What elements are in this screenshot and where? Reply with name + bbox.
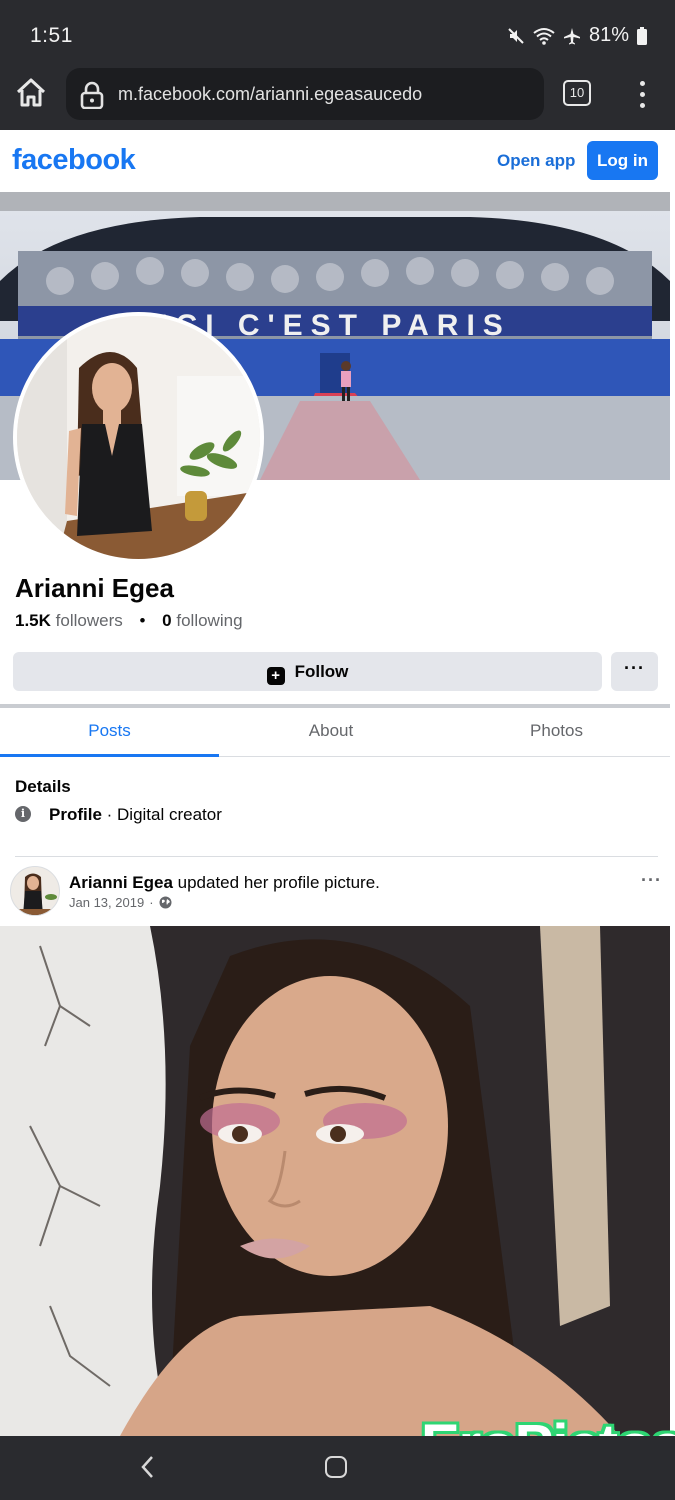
- status-time: 1:51: [30, 24, 73, 47]
- cover-top-strip: [0, 192, 670, 211]
- battery-icon: [637, 26, 647, 45]
- details-label: Profile: [49, 805, 102, 824]
- post-author-avatar[interactable]: [10, 866, 60, 916]
- status-icons: 81%: [507, 24, 647, 47]
- address-bar[interactable]: m.facebook.com/arianni.egeasaucedo: [66, 68, 544, 120]
- profile-name: Arianni Egea: [15, 573, 174, 603]
- follow-label: Follow: [294, 662, 349, 681]
- system-nav-bar: [0, 1436, 675, 1500]
- profile-avatar[interactable]: [13, 312, 264, 563]
- open-app-link[interactable]: Open app: [497, 151, 575, 171]
- fb-header: facebook Open app Log in: [0, 130, 675, 192]
- post-options-button[interactable]: ···: [641, 870, 662, 891]
- airplane-icon: [563, 27, 580, 44]
- post-meta-separator: ·: [149, 895, 154, 910]
- tab-about[interactable]: About: [219, 708, 443, 757]
- status-bar: 1:51 81%: [0, 0, 675, 66]
- wifi-icon: [533, 27, 555, 45]
- info-icon: i: [15, 806, 31, 822]
- post-headline: Arianni Egea updated her profile picture…: [69, 873, 380, 893]
- profile-tabs: Posts About Photos: [0, 708, 670, 757]
- lock-icon: [80, 81, 104, 109]
- profile-stats: 1.5K followers • 0 following: [15, 611, 243, 631]
- post-action: updated her profile picture.: [172, 873, 380, 892]
- follow-icon: +: [266, 667, 285, 685]
- post-date[interactable]: Jan 13, 2019: [69, 895, 144, 910]
- followers-count[interactable]: 1.5K: [15, 611, 51, 630]
- facebook-logo[interactable]: facebook: [12, 144, 136, 177]
- menu-icon[interactable]: [632, 78, 652, 110]
- browser-toolbar: m.facebook.com/arianni.egeasaucedo 10: [0, 66, 675, 130]
- post-meta: Jan 13, 2019 ·: [69, 895, 172, 910]
- login-button[interactable]: Log in: [587, 141, 658, 180]
- details-divider: [15, 856, 658, 857]
- details-value: · Digital creator: [106, 805, 222, 824]
- post-photo[interactable]: [0, 926, 670, 1436]
- globe-icon: [159, 896, 172, 909]
- followers-label[interactable]: followers: [56, 611, 123, 630]
- tab-posts[interactable]: Posts: [0, 708, 219, 757]
- active-tab-indicator: [0, 754, 219, 757]
- url-text: m.facebook.com/arianni.egeasaucedo: [118, 84, 423, 104]
- following-count[interactable]: 0: [162, 611, 171, 630]
- home-nav-icon[interactable]: [325, 1456, 347, 1478]
- post-author[interactable]: Arianni Egea: [69, 873, 173, 892]
- home-icon[interactable]: [14, 76, 54, 116]
- back-icon[interactable]: [138, 1454, 158, 1480]
- tabs-icon[interactable]: 10: [563, 80, 591, 106]
- mute-icon: [508, 27, 524, 44]
- details-title: Details: [15, 777, 71, 796]
- following-label[interactable]: following: [176, 611, 242, 630]
- follow-button[interactable]: + Follow: [13, 652, 602, 691]
- more-options-button[interactable]: ···: [611, 652, 658, 691]
- battery-percent: 81%: [588, 24, 629, 46]
- details-category: Profile · Digital creator: [49, 805, 222, 825]
- tab-photos[interactable]: Photos: [443, 708, 670, 757]
- stats-separator: •: [139, 611, 146, 630]
